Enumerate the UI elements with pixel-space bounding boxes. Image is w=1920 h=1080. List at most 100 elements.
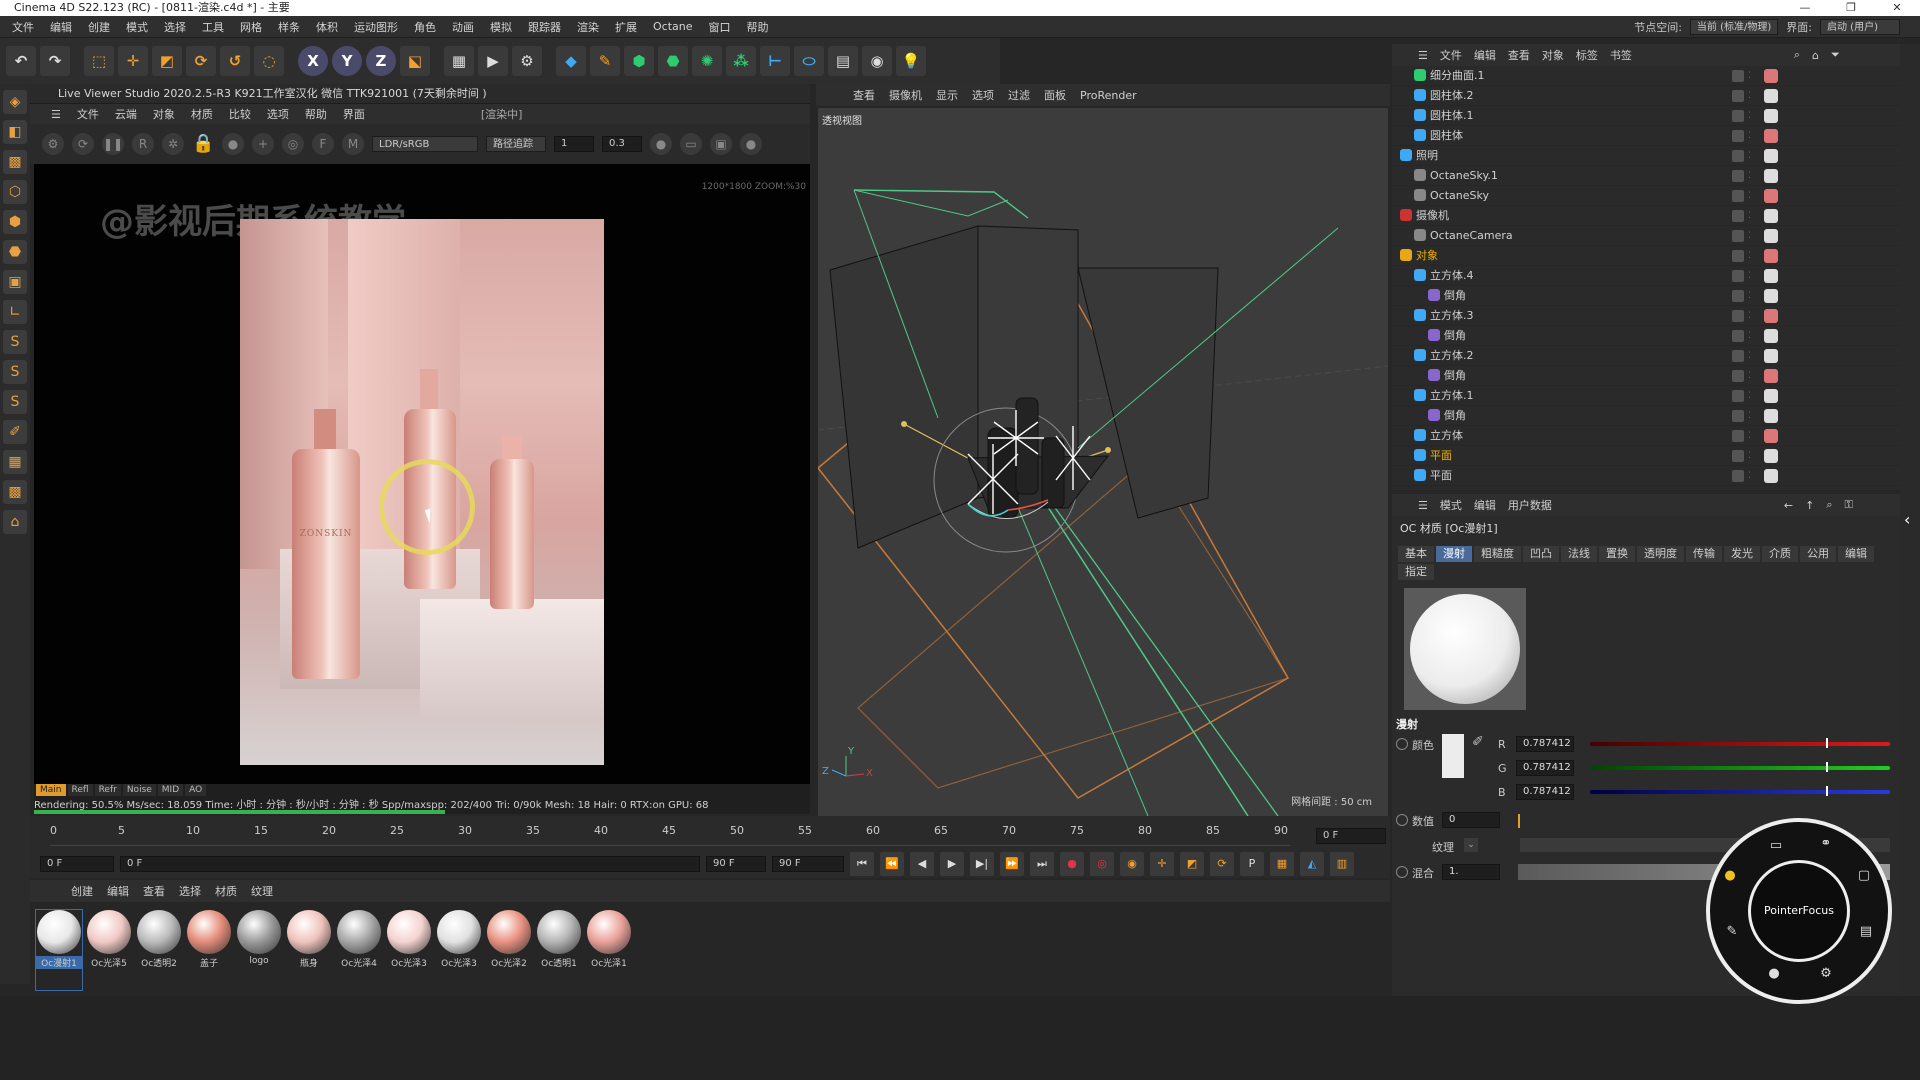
- object-row[interactable]: 平面 ⁚: [1392, 446, 1900, 466]
- key-parameter-icon[interactable]: P: [1240, 852, 1264, 876]
- timeline-window-icon[interactable]: ▥: [1330, 852, 1354, 876]
- render-region-icon[interactable]: ▦: [444, 46, 474, 76]
- pass-mid[interactable]: MID: [157, 784, 184, 796]
- menu-tools[interactable]: 工具: [194, 19, 232, 35]
- render-dots-icon[interactable]: ⁚: [1748, 130, 1751, 142]
- material-tag-icon[interactable]: [1764, 209, 1778, 223]
- render-dots-icon[interactable]: ⁚: [1748, 370, 1751, 382]
- render-dots-icon[interactable]: ⁚: [1748, 70, 1751, 82]
- material-tab[interactable]: 粗糙度: [1474, 546, 1521, 562]
- material-preview[interactable]: [1404, 588, 1526, 710]
- prev-key-icon[interactable]: ⏪: [880, 852, 904, 876]
- add-icon[interactable]: +: [252, 133, 274, 155]
- close-button[interactable]: ✕: [1874, 0, 1920, 16]
- x-axis-button[interactable]: X: [298, 46, 328, 76]
- material-tag-icon[interactable]: [1764, 309, 1778, 323]
- render-settings-icon[interactable]: ⚙: [512, 46, 542, 76]
- g-slider-knob[interactable]: [1826, 762, 1829, 772]
- menu-edit[interactable]: 编辑: [42, 19, 80, 35]
- timeline-ruler[interactable]: 0 5 10 15 20 25 30 35 40 45 50 55 60 65 70 75 80 85 90: [50, 824, 1290, 846]
- menu-render[interactable]: 渲染: [569, 19, 607, 35]
- material-tab[interactable]: 基本: [1398, 546, 1434, 562]
- grid-icon[interactable]: ▦: [3, 450, 27, 474]
- material-tag-icon[interactable]: [1764, 289, 1778, 303]
- visibility-toggle[interactable]: [1732, 270, 1744, 282]
- material-item[interactable]: 盖子: [186, 910, 232, 990]
- lv-menu-interface[interactable]: 界面: [336, 106, 372, 122]
- float-slider-knob[interactable]: [1518, 814, 1520, 828]
- layout-select[interactable]: 启动 (用户): [1820, 19, 1900, 35]
- render-dots-icon[interactable]: ⁚: [1748, 470, 1751, 482]
- material-tag-icon[interactable]: [1764, 249, 1778, 263]
- pause-icon[interactable]: ❚❚: [102, 133, 124, 155]
- color-animate-icon[interactable]: [1396, 738, 1408, 750]
- render-view-icon[interactable]: ▶: [478, 46, 508, 76]
- menu-help[interactable]: 帮助: [739, 19, 777, 35]
- select-icon[interactable]: ⬚: [84, 46, 114, 76]
- render-dots-icon[interactable]: ⁚: [1748, 390, 1751, 402]
- lv-value2-input[interactable]: 0.3: [602, 136, 642, 152]
- minimize-button[interactable]: —: [1782, 0, 1828, 16]
- render-dots-icon[interactable]: ⁚: [1748, 90, 1751, 102]
- material-tag-icon[interactable]: [1764, 429, 1778, 443]
- material-tab[interactable]: 漫射: [1436, 546, 1472, 562]
- vp-menu-panel[interactable]: 面板: [1037, 87, 1073, 103]
- focus-icon[interactable]: F: [312, 133, 334, 155]
- menu-tracker[interactable]: 跟踪器: [520, 19, 569, 35]
- gear-icon[interactable]: ✲: [162, 133, 184, 155]
- b-input[interactable]: 0.787412: [1516, 784, 1574, 800]
- material-tab[interactable]: 介质: [1762, 546, 1798, 562]
- obj-menu-file[interactable]: 文件: [1434, 47, 1468, 63]
- render-dots-icon[interactable]: ⁚: [1748, 250, 1751, 262]
- object-row[interactable]: OctaneCamera ⁚: [1392, 226, 1900, 246]
- extrude-icon[interactable]: ⬣: [658, 46, 688, 76]
- mouse-icon[interactable]: ●: [1766, 966, 1782, 982]
- object-row[interactable]: 立方体.3 ⁚: [1392, 306, 1900, 326]
- mat-menu-texture[interactable]: 纹理: [244, 883, 280, 899]
- vp-menu-options[interactable]: 选项: [965, 87, 1001, 103]
- live-select-icon[interactable]: ◌: [254, 46, 284, 76]
- material-tab[interactable]: 置换: [1599, 546, 1635, 562]
- range-start-field[interactable]: 0 F: [120, 856, 700, 872]
- material-item[interactable]: Oc光泽3: [436, 910, 482, 990]
- visibility-toggle[interactable]: [1732, 330, 1744, 342]
- visibility-toggle[interactable]: [1732, 70, 1744, 82]
- vp-menu-cameras[interactable]: 摄像机: [882, 87, 929, 103]
- z-axis-button[interactable]: Z: [366, 46, 396, 76]
- camera-icon[interactable]: ◉: [862, 46, 892, 76]
- render-dots-icon[interactable]: ⁚: [1748, 190, 1751, 202]
- vp-menu-view[interactable]: 查看: [846, 87, 882, 103]
- motion-record-icon[interactable]: ◭: [1300, 852, 1324, 876]
- pen-icon[interactable]: ✎: [1724, 924, 1740, 940]
- current-frame-input[interactable]: 0 F: [40, 856, 114, 872]
- key-pla-icon[interactable]: ▦: [1270, 852, 1294, 876]
- material-item[interactable]: Oc透明2: [136, 910, 182, 990]
- material-tab[interactable]: 凹凸: [1523, 546, 1559, 562]
- next-key-icon[interactable]: ⏩: [1000, 852, 1024, 876]
- object-row[interactable]: 立方体 ⁚: [1392, 426, 1900, 446]
- visibility-toggle[interactable]: [1732, 350, 1744, 362]
- hamburger-icon[interactable]: ☰: [44, 108, 68, 121]
- render-dots-icon[interactable]: ⁚: [1748, 230, 1751, 242]
- up-arrow-icon[interactable]: ↑: [1799, 499, 1820, 512]
- material-tag-icon[interactable]: [1764, 149, 1778, 163]
- model-mode-icon[interactable]: ◧: [3, 120, 27, 144]
- filter-icon[interactable]: ⏷: [1825, 48, 1846, 62]
- render-dots-icon[interactable]: ⁚: [1748, 110, 1751, 122]
- visibility-toggle[interactable]: [1732, 310, 1744, 322]
- field-icon[interactable]: ⬭: [794, 46, 824, 76]
- lv-menu-help[interactable]: 帮助: [298, 106, 334, 122]
- kernel-select[interactable]: 路径追踪: [486, 136, 546, 152]
- snapshot-icon[interactable]: ▣: [710, 133, 732, 155]
- cube-icon[interactable]: ◆: [556, 46, 586, 76]
- light-icon[interactable]: 💡: [896, 46, 926, 76]
- snap-settings-icon[interactable]: S: [3, 360, 27, 384]
- material-tag-icon[interactable]: [1764, 89, 1778, 103]
- material-tag-icon[interactable]: [1764, 349, 1778, 363]
- visibility-toggle[interactable]: [1732, 470, 1744, 482]
- lv-menu-objects[interactable]: 对象: [146, 106, 182, 122]
- link-icon[interactable]: ⚭: [1818, 836, 1834, 852]
- search-icon[interactable]: ⌕: [1820, 498, 1838, 512]
- pointer-focus-wheel[interactable]: ▭ ⚭ ▢ ▤ ⚙ ● ✎ ● PointerFocus: [1706, 818, 1892, 1004]
- visibility-toggle[interactable]: [1732, 90, 1744, 102]
